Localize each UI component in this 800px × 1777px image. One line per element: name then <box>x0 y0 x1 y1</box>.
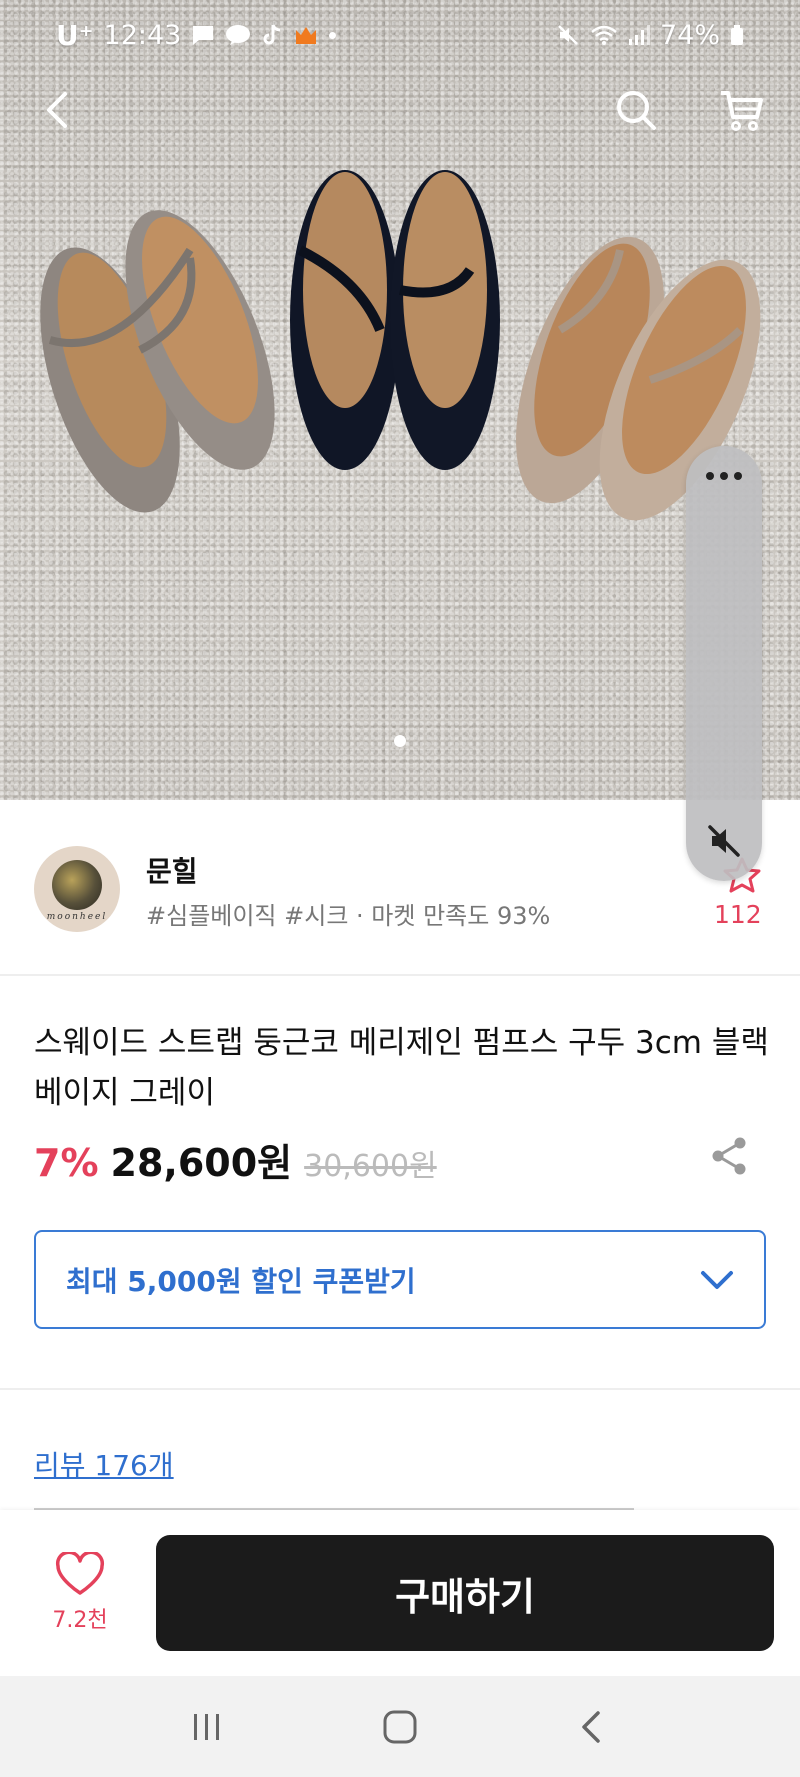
chevron-down-icon <box>701 1270 733 1289</box>
cart-icon <box>721 91 763 131</box>
home-icon <box>383 1710 417 1743</box>
more-notifications-icon <box>329 31 337 39</box>
system-back-button[interactable] <box>563 1697 623 1757</box>
coupon-button[interactable]: 최대 5,000원 할인 쿠폰받기 <box>34 1230 766 1329</box>
wifi-icon <box>590 24 618 46</box>
carrier-label: U⁺ <box>56 18 94 52</box>
seller-tags: #심플베이직 #시크 · 마켓 만족도 93% <box>146 902 551 930</box>
seller-row[interactable]: moonheel 문힐 #심플베이직 #시크 · 마켓 만족도 93% 112 <box>0 800 800 976</box>
more-icon[interactable] <box>706 472 742 480</box>
share-button[interactable] <box>710 1136 748 1180</box>
seller-logo-text: moonheel <box>46 912 108 922</box>
product-title: 스웨이드 스트랩 둥근코 메리제인 펌프스 구두 3cm 블랙 베이지 그레이 <box>34 1025 769 1111</box>
message-icon <box>191 24 215 46</box>
talk-icon <box>225 24 251 46</box>
share-icon <box>712 1137 746 1175</box>
price-row: 7% 28,600원 30,600원 <box>34 1132 437 1187</box>
seller-logo[interactable]: moonheel <box>34 846 120 932</box>
recent-apps-button[interactable] <box>177 1697 237 1757</box>
status-bar-right: 74% <box>556 20 744 51</box>
wish-count: 7.2천 <box>52 1608 108 1633</box>
section-divider <box>0 1388 800 1390</box>
wishlist-button[interactable]: 7.2천 <box>40 1552 120 1634</box>
heart-icon <box>55 1552 105 1595</box>
chevron-left-icon <box>47 92 67 128</box>
cart-button[interactable] <box>712 80 772 140</box>
coupon-label: 최대 5,000원 할인 쿠폰받기 <box>66 1264 416 1298</box>
seller-logo-mark <box>52 860 102 910</box>
buy-button[interactable]: 구매하기 <box>156 1535 774 1651</box>
carousel-dot-active <box>394 735 406 747</box>
battery-percent: 74% <box>659 19 720 51</box>
product-detail-screen: U⁺ 12:43 74% moonheel 문힐 #심플베이직 #시크 · 마켓… <box>0 0 800 1777</box>
seller-like-count: 112 <box>714 900 762 929</box>
system-navigation-bar <box>0 1676 800 1777</box>
signal-icon <box>628 24 650 46</box>
mute-status-icon <box>556 23 580 47</box>
top-navigation <box>0 80 800 140</box>
back-arrow-icon <box>582 1710 601 1743</box>
floating-video-control[interactable] <box>686 446 762 881</box>
recent-apps-icon <box>193 1713 219 1740</box>
back-button[interactable] <box>28 80 88 140</box>
seller-name[interactable]: 문힐 <box>146 850 198 890</box>
home-button[interactable] <box>370 1697 430 1757</box>
mute-icon[interactable] <box>706 823 742 863</box>
discount-rate: 7% <box>34 1141 99 1185</box>
status-bar-left: U⁺ 12:43 <box>56 18 337 52</box>
tiktok-icon <box>261 23 283 47</box>
status-bar: U⁺ 12:43 74% <box>0 0 800 70</box>
carousel-indicator <box>0 735 800 747</box>
search-icon <box>617 91 656 130</box>
search-button[interactable] <box>606 80 666 140</box>
sale-price: 28,600원 <box>110 1141 293 1185</box>
review-link[interactable]: 리뷰 176개 <box>34 1444 174 1484</box>
battery-icon <box>730 24 744 46</box>
original-price: 30,600원 <box>304 1149 437 1184</box>
clock: 12:43 <box>103 19 182 51</box>
bottom-action-bar: 7.2천 구매하기 <box>0 1510 800 1676</box>
app-notification-icon <box>293 24 319 46</box>
